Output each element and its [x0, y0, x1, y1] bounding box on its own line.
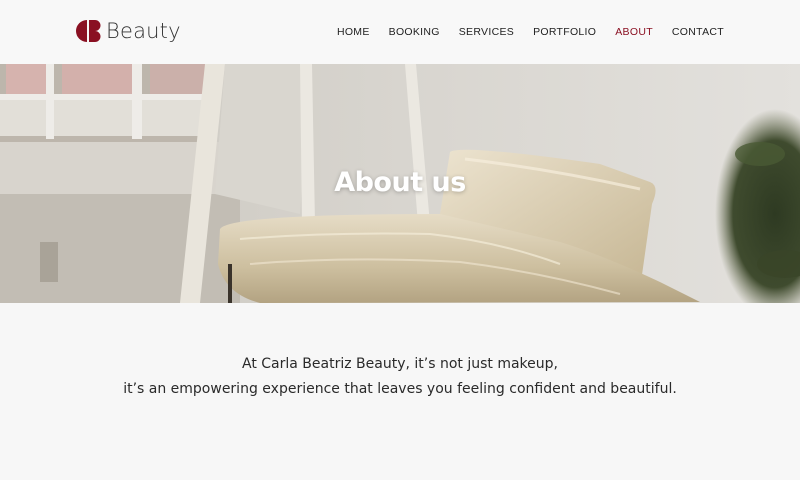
- site-header: Beauty HOME BOOKING SERVICES PORTFOLIO A…: [0, 0, 800, 64]
- nav-portfolio[interactable]: PORTFOLIO: [533, 26, 596, 38]
- nav-services[interactable]: SERVICES: [459, 26, 514, 38]
- brand-logo[interactable]: Beauty: [76, 19, 181, 43]
- intro-text-line-1: At Carla Beatriz Beauty, it’s not just m…: [242, 356, 558, 372]
- nav-contact[interactable]: CONTACT: [672, 26, 724, 38]
- nav-booking[interactable]: BOOKING: [389, 26, 440, 38]
- brand-name: Beauty: [106, 19, 181, 43]
- intro-section: At Carla Beatriz Beauty, it’s not just m…: [0, 303, 800, 480]
- hero-banner: About us: [0, 64, 800, 303]
- nav-about[interactable]: ABOUT: [615, 26, 653, 38]
- main-nav: HOME BOOKING SERVICES PORTFOLIO ABOUT CO…: [318, 0, 724, 64]
- intro-text-line-2: it’s an empowering experience that leave…: [123, 381, 677, 397]
- nav-home[interactable]: HOME: [337, 26, 370, 38]
- page-title: About us: [334, 167, 466, 198]
- cb-monogram-icon: [76, 20, 101, 42]
